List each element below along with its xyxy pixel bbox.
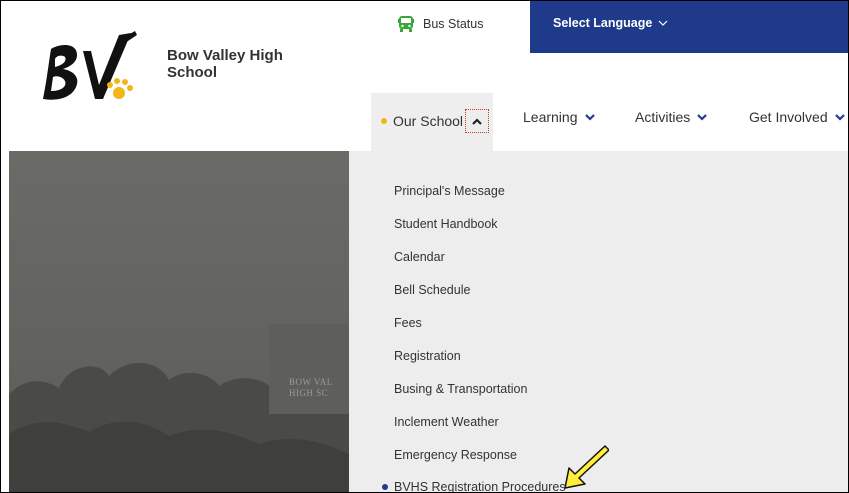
- dropdown-item-fees[interactable]: Fees: [394, 316, 422, 330]
- nav-item-our-school[interactable]: Our School: [381, 109, 490, 133]
- nav-item-learning[interactable]: Learning: [523, 109, 596, 125]
- our-school-dropdown: [349, 151, 848, 492]
- hero-image: BOW VAL HIGH SC: [9, 151, 349, 492]
- hero-sign-text: BOW VAL HIGH SC: [289, 377, 333, 399]
- dropdown-item-student-handbook[interactable]: Student Handbook: [394, 217, 498, 231]
- nav-item-activities[interactable]: Activities: [635, 109, 708, 125]
- chevron-down-icon: [834, 113, 845, 121]
- hero-sign-line2: HIGH SC: [289, 388, 329, 398]
- nav-item-label: Activities: [635, 109, 691, 125]
- hero-sign-line1: BOW VAL: [289, 377, 333, 387]
- chevron-up-icon: [472, 117, 482, 125]
- bus-status-link[interactable]: Bus Status: [397, 15, 483, 33]
- active-dot-icon: [381, 118, 387, 124]
- chevron-down-icon: [697, 113, 708, 121]
- dropdown-item-inclement-weather[interactable]: Inclement Weather: [394, 415, 499, 429]
- nav-item-label: Get Involved: [749, 109, 828, 125]
- language-select-label: Select Language: [553, 16, 653, 30]
- chevron-down-icon: [584, 113, 595, 121]
- school-name[interactable]: Bow Valley High School: [167, 47, 307, 81]
- bus-status-label: Bus Status: [423, 17, 484, 31]
- current-item-dot-icon: [382, 484, 388, 490]
- nav-toggle-our-school[interactable]: [465, 109, 490, 133]
- dropdown-item-principals-message[interactable]: Principal's Message: [394, 184, 505, 198]
- school-name-line2: School: [167, 64, 218, 81]
- nav-item-label: Our School: [393, 113, 464, 129]
- bus-icon: [398, 16, 414, 32]
- chevron-down-icon: [658, 20, 668, 26]
- language-select[interactable]: Select Language: [553, 16, 668, 30]
- dropdown-item-bvhs-registration-procedures[interactable]: BVHS Registration Procedures: [394, 480, 566, 492]
- school-logo[interactable]: [37, 29, 157, 113]
- school-name-line1: Bow Valley High: [167, 47, 283, 64]
- dropdown-item-emergency-response[interactable]: Emergency Response: [394, 448, 517, 462]
- page-frame: Bow Valley High School BOW VAL HIGH SC B…: [0, 0, 849, 493]
- dropdown-item-registration[interactable]: Registration: [394, 349, 461, 363]
- dropdown-item-bell-schedule[interactable]: Bell Schedule: [394, 283, 470, 297]
- annotation-arrow-icon: [564, 445, 609, 489]
- nav-item-label: Learning: [523, 109, 578, 125]
- nav-item-get-involved[interactable]: Get Involved: [749, 109, 846, 125]
- dropdown-item-busing-transportation[interactable]: Busing & Transportation: [394, 382, 527, 396]
- dropdown-item-calendar[interactable]: Calendar: [394, 250, 445, 264]
